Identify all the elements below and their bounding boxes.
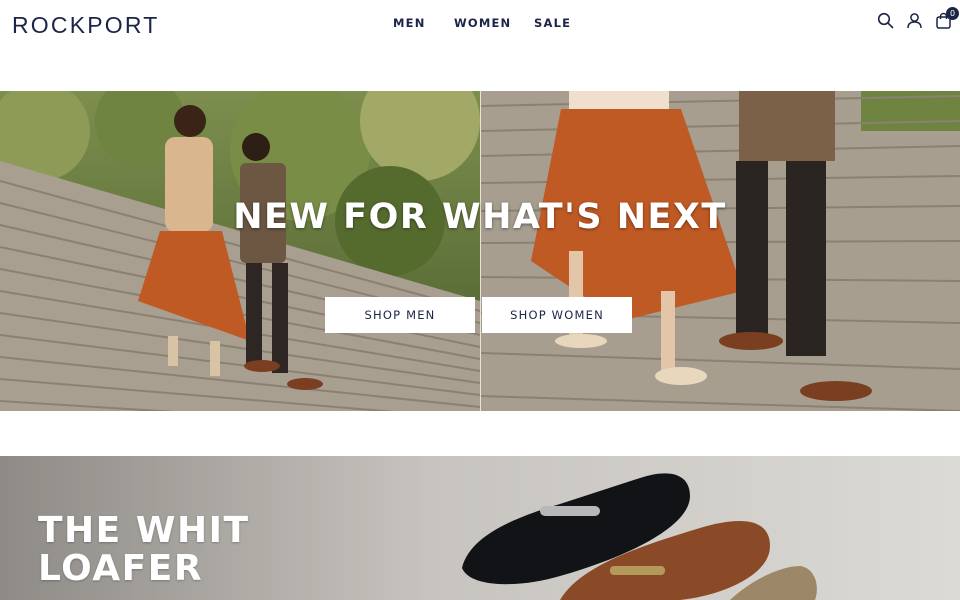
- hero-title: NEW FOR WHAT'S NEXT: [233, 197, 727, 237]
- nav-sale[interactable]: SALE: [534, 16, 571, 30]
- search-icon[interactable]: [877, 12, 894, 29]
- user-icon[interactable]: [906, 12, 923, 29]
- shop-women-button[interactable]: SHOP WOMEN: [482, 297, 632, 333]
- nav-women[interactable]: WOMEN: [454, 16, 534, 30]
- main-nav: MEN WOMEN SALE: [393, 16, 571, 30]
- cart-count-badge: 0: [946, 7, 959, 20]
- nav-men[interactable]: MEN: [393, 16, 454, 30]
- shopping-bag-icon[interactable]: 0: [935, 7, 959, 29]
- promo-title-line2: LOAFER: [38, 548, 204, 589]
- site-header: ROCKPORT MEN WOMEN SALE 0: [0, 0, 960, 48]
- hero-image-women: [481, 91, 960, 411]
- whit-loafer-promo[interactable]: THE WHIT LOAFER: [0, 456, 960, 600]
- hero-buttons: SHOP MEN SHOP WOMEN: [325, 297, 632, 333]
- hero-image-men: [0, 91, 480, 411]
- promo-title: THE WHIT LOAFER: [38, 512, 250, 588]
- shop-men-button[interactable]: SHOP MEN: [325, 297, 475, 333]
- hero-banner[interactable]: NEW FOR WHAT'S NEXT SHOP MEN SHOP WOMEN: [0, 91, 960, 411]
- promo-title-line1: THE WHIT: [38, 510, 250, 551]
- brand-logo[interactable]: ROCKPORT: [12, 12, 160, 39]
- header-icons: 0: [877, 7, 959, 29]
